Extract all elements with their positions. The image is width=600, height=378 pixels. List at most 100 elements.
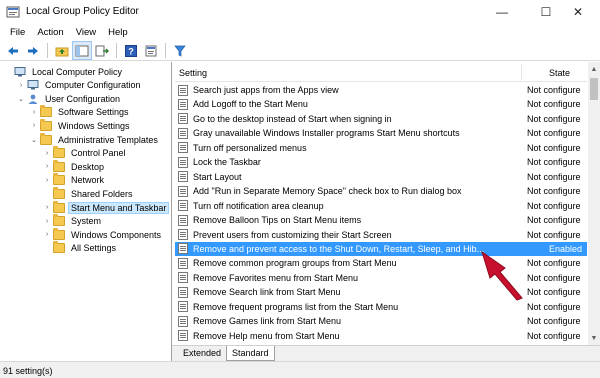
expand-chevron-icon[interactable]: ›: [43, 177, 51, 184]
policy-setting-icon: [178, 214, 188, 226]
expand-chevron-icon[interactable]: ›: [43, 150, 51, 157]
tree-item-label: Windows Components: [71, 229, 162, 240]
tree-item-label: User Configuration: [45, 93, 121, 104]
menu-file[interactable]: File: [4, 27, 31, 38]
menu-bar: File Action View Help: [0, 24, 600, 41]
tree-item[interactable]: › Network: [43, 173, 106, 187]
tree-item[interactable]: ⌄ Administrative Templates: [30, 132, 160, 146]
show-hide-tree-button[interactable]: [72, 41, 92, 60]
setting-state: Not configure: [527, 316, 581, 327]
menu-view[interactable]: View: [70, 27, 102, 38]
export-list-icon: [95, 45, 109, 56]
tree-item[interactable]: All Settings: [43, 241, 118, 255]
tree-item[interactable]: › Windows Components: [43, 227, 163, 241]
forward-button[interactable]: [24, 42, 42, 59]
close-button[interactable]: ✕: [556, 0, 600, 24]
setting-name: Turn off personalized menus: [193, 142, 307, 153]
setting-name: Remove Help menu from Start Menu: [193, 330, 340, 341]
policy-setting-row[interactable]: Prevent users from customizing their Sta…: [175, 228, 587, 242]
folder-icon: [53, 241, 65, 254]
tree-item-label: Software Settings: [58, 107, 129, 118]
tree-item[interactable]: › Computer Configuration: [17, 79, 143, 92]
scroll-down-arrow-icon[interactable]: ▼: [588, 331, 600, 345]
policy-setting-row[interactable]: Go to the desktop instead of Start when …: [175, 112, 587, 126]
policy-setting-row[interactable]: Remove Help menu from Start Menu Not conf…: [175, 329, 587, 343]
policy-setting-row[interactable]: Lock the Taskbar Not configure: [175, 155, 587, 169]
collapse-chevron-icon[interactable]: ⌄: [17, 95, 25, 103]
policy-setting-row[interactable]: Start Layout Not configure: [175, 170, 587, 184]
collapse-chevron-icon[interactable]: ⌄: [30, 136, 38, 144]
folder-icon: [53, 186, 65, 199]
list-header: Setting State: [175, 62, 587, 82]
policy-setting-row[interactable]: Add Logoff to the Start Menu Not configur…: [175, 97, 587, 111]
policy-setting-icon: [178, 272, 188, 284]
tree-item-label: Administrative Templates: [58, 134, 158, 145]
expand-chevron-icon[interactable]: ›: [30, 122, 38, 129]
policy-setting-row[interactable]: Gray unavailable Windows Installer progr…: [175, 126, 587, 140]
tree-item[interactable]: Shared Folders: [43, 186, 135, 200]
tree-item-label: Control Panel: [71, 148, 126, 159]
tree-item[interactable]: › Software Settings: [30, 105, 131, 119]
filter-button[interactable]: [171, 42, 189, 59]
policy-setting-icon: [178, 200, 188, 212]
column-header-setting[interactable]: Setting: [179, 68, 207, 78]
policy-setting-row[interactable]: Search just apps from the Apps view Not c…: [175, 83, 587, 97]
expand-chevron-icon[interactable]: ›: [17, 82, 25, 89]
expand-chevron-icon[interactable]: ›: [43, 231, 51, 238]
scroll-up-arrow-icon[interactable]: ▲: [588, 62, 600, 76]
help-button[interactable]: ?: [122, 42, 140, 59]
tree-item[interactable]: › Start Menu and Taskbar: [43, 200, 170, 214]
column-divider[interactable]: [521, 64, 522, 80]
settings-list-pane: Setting State Search just apps from the …: [175, 62, 587, 345]
policy-setting-row[interactable]: Turn off notification area cleanup Not co…: [175, 199, 587, 213]
policy-setting-icon: [178, 156, 188, 168]
tab-extended[interactable]: Extended: [178, 346, 228, 361]
tree-item[interactable]: › Windows Settings: [30, 118, 132, 132]
expand-chevron-icon[interactable]: ›: [30, 109, 38, 116]
forward-arrow-icon: [28, 46, 38, 55]
tree-item[interactable]: › Desktop: [43, 159, 106, 173]
setting-name: Remove Games link from Start Menu: [193, 316, 342, 327]
tree-item[interactable]: ⌄ User Configuration: [17, 92, 122, 105]
policy-setting-row[interactable]: Turn off personalized menus Not configure: [175, 141, 587, 155]
column-header-state[interactable]: State: [549, 68, 570, 78]
policy-setting-icon: [178, 301, 188, 313]
setting-name: Turn off notification area cleanup: [193, 200, 324, 211]
setting-name: Remove Favorites menu from Start Menu: [193, 272, 359, 283]
setting-name: Remove common program groups from Start …: [193, 258, 397, 269]
policy-setting-icon: [178, 185, 188, 197]
menu-action[interactable]: Action: [31, 27, 69, 38]
policy-setting-icon: [178, 330, 188, 342]
tree-item[interactable]: › System: [43, 214, 103, 228]
tree-item-label: Start Menu and Taskbar: [67, 201, 170, 214]
tree-item-label: Local Computer Policy: [32, 66, 123, 77]
properties-button[interactable]: [142, 42, 160, 59]
expand-chevron-icon[interactable]: ›: [43, 218, 51, 225]
tab-standard[interactable]: Standard: [226, 346, 275, 361]
export-list-button[interactable]: [93, 42, 111, 59]
policy-setting-row[interactable]: Add "Run in Separate Memory Space" check…: [175, 184, 587, 198]
setting-name: Go to the desktop instead of Start when …: [193, 113, 392, 124]
expand-chevron-icon[interactable]: ›: [43, 204, 51, 211]
expand-chevron-icon[interactable]: ›: [43, 163, 51, 170]
tree-item-label: Windows Settings: [58, 120, 130, 131]
tree-item-label: System: [71, 216, 102, 227]
back-button[interactable]: [4, 42, 22, 59]
menu-help[interactable]: Help: [102, 27, 134, 38]
tree-item-label: Desktop: [71, 161, 105, 172]
status-setting-count: 91 setting(s): [3, 366, 53, 376]
tree-item[interactable]: › Control Panel: [43, 146, 128, 160]
window-title: Local Group Policy Editor: [26, 6, 139, 17]
scroll-thumb[interactable]: [590, 78, 598, 100]
up-folder-button[interactable]: [53, 42, 71, 59]
setting-state: Not configure: [527, 215, 581, 226]
policy-setting-row[interactable]: Remove Games link from Start Menu Not con…: [175, 314, 587, 328]
folder-icon: [53, 227, 65, 240]
computer-icon: [27, 80, 39, 90]
policy-setting-icon: [178, 286, 188, 298]
policy-setting-row[interactable]: Remove Balloon Tips on Start Menu items N…: [175, 213, 587, 227]
tree-item[interactable]: Local Computer Policy: [4, 65, 124, 78]
minimize-button[interactable]: —: [480, 0, 524, 24]
folder-icon: [40, 132, 52, 145]
vertical-scrollbar[interactable]: ▲ ▼: [588, 62, 600, 345]
